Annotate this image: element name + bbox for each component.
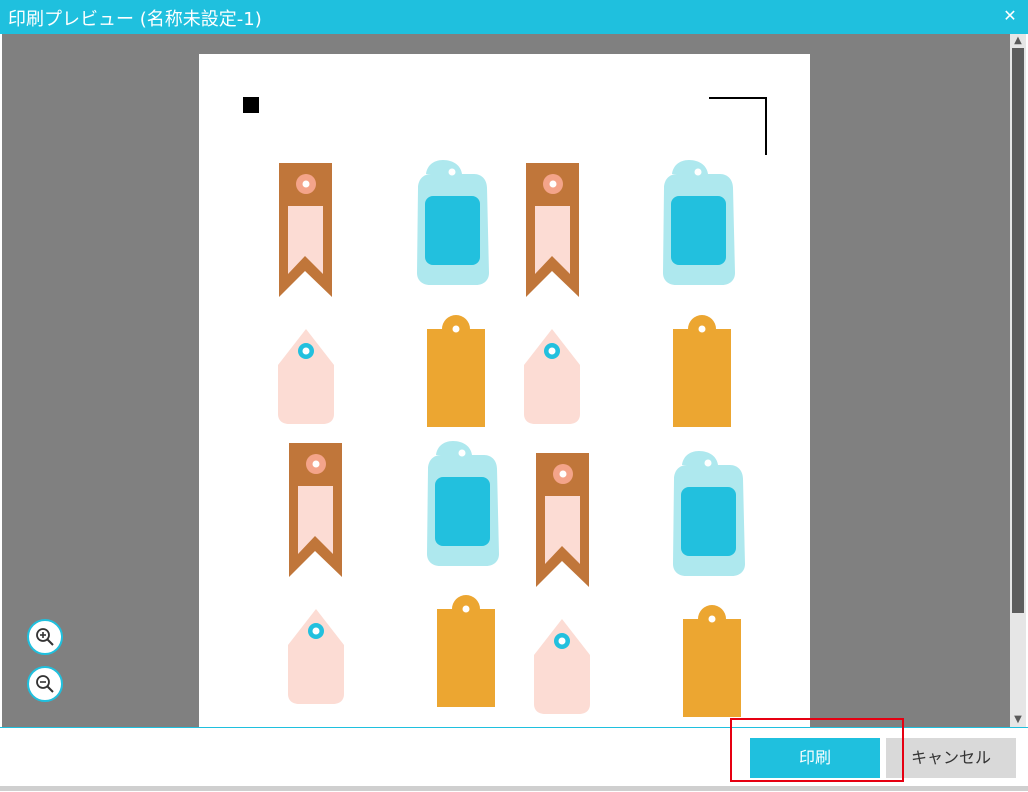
zoom-in-button[interactable] — [27, 619, 63, 655]
print-button[interactable]: 印刷 — [750, 738, 880, 778]
scrollbar-thumb[interactable] — [1012, 48, 1024, 613]
scroll-down-icon[interactable]: ▼ — [1010, 713, 1026, 727]
rect-tag-shape — [683, 605, 741, 717]
registration-mark-corner — [709, 97, 767, 155]
rect-tag-shape — [673, 315, 731, 427]
sheet-artwork — [243, 97, 767, 717]
zoom-in-icon — [36, 628, 54, 646]
zoom-out-button[interactable] — [27, 666, 63, 702]
rect-tag-shape — [427, 315, 485, 427]
gift-tag-shape — [673, 451, 745, 576]
price-tag-shape — [524, 329, 580, 424]
rect-tag-shape — [437, 595, 495, 707]
bookmark-shape — [526, 163, 579, 297]
bookmark-shape — [536, 453, 589, 587]
scroll-up-icon[interactable]: ▲ — [1010, 34, 1026, 48]
window-bottom-edge — [0, 786, 1028, 791]
close-icon[interactable]: ✕ — [998, 4, 1022, 28]
bookmark-shape — [289, 443, 342, 577]
cancel-button[interactable]: キャンセル — [886, 738, 1016, 778]
gift-tag-shape — [417, 160, 489, 285]
title-bar: 印刷プレビュー (名称未設定-1) ✕ — [0, 0, 1028, 34]
dialog-footer: 印刷 キャンセル — [0, 727, 1028, 792]
price-tag-shape — [534, 619, 590, 714]
window-title: 印刷プレビュー (名称未設定-1) — [8, 9, 262, 30]
price-tag-shape — [278, 329, 334, 424]
registration-mark-square — [243, 97, 259, 113]
print-preview-area[interactable] — [2, 34, 1010, 727]
vertical-scrollbar[interactable]: ▲ ▼ — [1010, 34, 1026, 727]
gift-tag-shape — [427, 441, 499, 566]
bookmark-shape — [279, 163, 332, 297]
preview-sheet — [199, 54, 810, 727]
zoom-out-icon — [36, 675, 54, 693]
price-tag-shape — [288, 609, 344, 704]
gift-tag-shape — [663, 160, 735, 285]
